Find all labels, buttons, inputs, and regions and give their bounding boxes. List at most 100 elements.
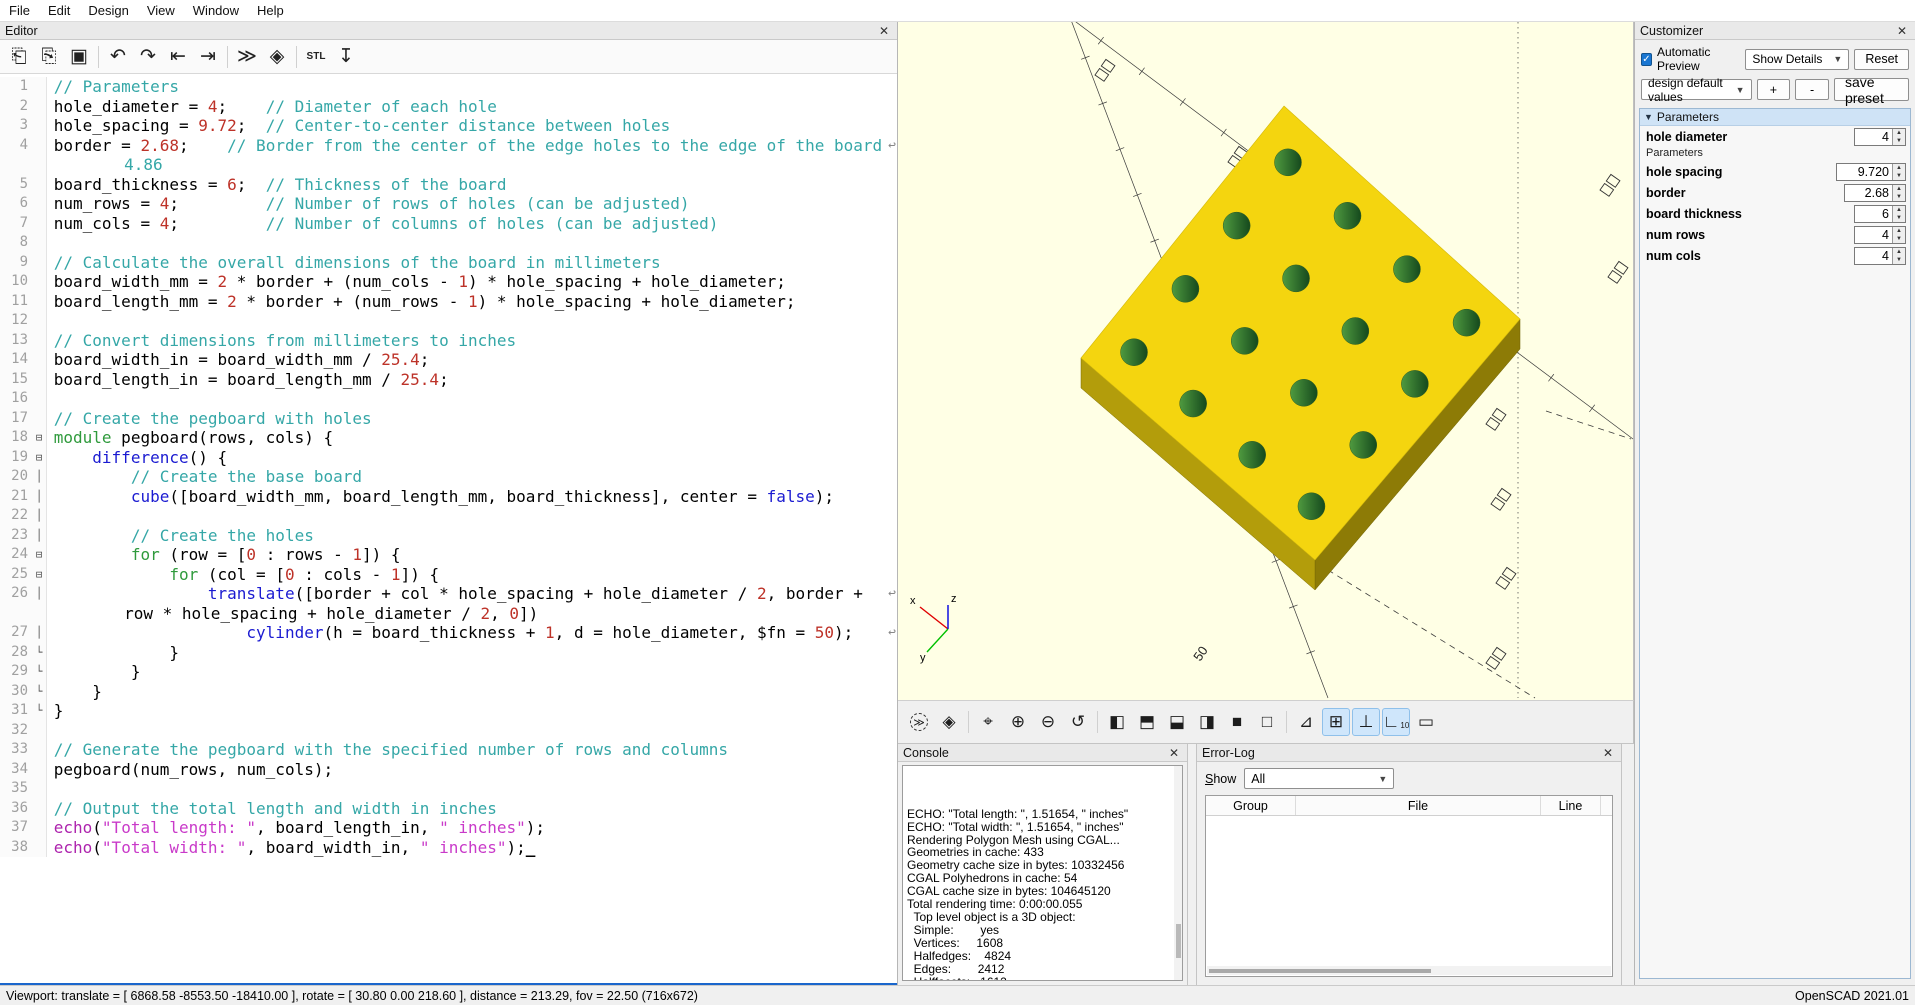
- 3d-viewport[interactable]: 50xzy: [898, 22, 1634, 700]
- parameter-value[interactable]: 4: [1855, 227, 1892, 243]
- menu-window[interactable]: Window: [184, 1, 248, 20]
- view-top-button[interactable]: ⬒: [1133, 708, 1161, 736]
- send-to-printer-button[interactable]: ↧: [331, 43, 361, 71]
- parameter-spinbox-num-cols[interactable]: 4▲▼: [1854, 247, 1906, 265]
- menu-view[interactable]: View: [138, 1, 184, 20]
- view-back-button[interactable]: □: [1253, 708, 1281, 736]
- parameter-value[interactable]: 2.68: [1845, 185, 1892, 201]
- fold-marker: [32, 97, 47, 117]
- code-editor[interactable]: 1// Parameters2hole_diameter = 4; // Dia…: [0, 74, 897, 985]
- close-icon[interactable]: ✕: [1894, 24, 1910, 38]
- parameter-value[interactable]: 9.720: [1837, 164, 1892, 180]
- remove-preset-button[interactable]: -: [1795, 79, 1829, 100]
- new-file-button[interactable]: ⎗: [4, 43, 34, 71]
- view-front-button[interactable]: ■: [1223, 708, 1251, 736]
- details-dropdown[interactable]: Show Details ▼: [1745, 49, 1849, 70]
- spinner-arrows[interactable]: ▲▼: [1892, 129, 1905, 145]
- view-left-button[interactable]: ◨: [1193, 708, 1221, 736]
- parameter-value[interactable]: 4: [1855, 129, 1892, 145]
- redo-button[interactable]: ↷: [133, 43, 163, 71]
- view-right-button[interactable]: ◧: [1103, 708, 1131, 736]
- show-axes-button[interactable]: ⊥: [1352, 708, 1380, 736]
- spinner-arrows[interactable]: ▲▼: [1892, 185, 1905, 201]
- spin-up-icon[interactable]: ▲: [1893, 129, 1905, 137]
- fold-marker: [32, 136, 47, 175]
- spin-up-icon[interactable]: ▲: [1893, 185, 1905, 193]
- render-button[interactable]: ◈: [935, 708, 963, 736]
- spin-down-icon[interactable]: ▼: [1893, 193, 1905, 201]
- orthogonal-button[interactable]: ⊞: [1322, 708, 1350, 736]
- fold-marker[interactable]: ⊟: [32, 428, 47, 448]
- parameter-spinbox-num-rows[interactable]: 4▲▼: [1854, 226, 1906, 244]
- console-scrollbar[interactable]: [1174, 766, 1182, 980]
- scrollbar-thumb[interactable]: [1209, 969, 1431, 973]
- spinner-arrows[interactable]: ▲▼: [1892, 164, 1905, 180]
- error-log-table-body[interactable]: [1206, 816, 1612, 976]
- reset-view-button[interactable]: ↺: [1064, 708, 1092, 736]
- view-bottom-button[interactable]: ⬓: [1163, 708, 1191, 736]
- fold-marker[interactable]: ⊟: [32, 565, 47, 585]
- parameter-spinbox-border[interactable]: 2.68▲▼: [1844, 184, 1906, 202]
- open-file-button[interactable]: ⎘: [34, 43, 64, 71]
- parameter-name: hole diameter: [1646, 130, 1727, 144]
- menu-file[interactable]: File: [0, 1, 39, 20]
- unindent-button[interactable]: ⇤: [163, 43, 193, 71]
- spin-down-icon[interactable]: ▼: [1893, 235, 1905, 243]
- render-button[interactable]: ◈: [262, 43, 292, 71]
- zoom-out-button[interactable]: ⊖: [1034, 708, 1062, 736]
- indent-button[interactable]: ⇥: [193, 43, 223, 71]
- line-number: 25: [0, 565, 32, 585]
- preview-button[interactable]: ≫: [232, 43, 262, 71]
- save-preset-button[interactable]: save preset: [1834, 78, 1909, 101]
- console-output[interactable]: ECHO: "Total length: ", 1.51654, " inche…: [902, 765, 1183, 981]
- spinner-arrows[interactable]: ▲▼: [1892, 248, 1905, 264]
- spin-down-icon[interactable]: ▼: [1893, 172, 1905, 180]
- parameter-name: num cols: [1646, 249, 1701, 263]
- parameter-spinbox-hole-diameter[interactable]: 4▲▼: [1854, 128, 1906, 146]
- perspective-button[interactable]: ⊿: [1292, 708, 1320, 736]
- scrollbar-thumb[interactable]: [1176, 924, 1181, 958]
- parameter-spinbox-board-thickness[interactable]: 6▲▼: [1854, 205, 1906, 223]
- spin-up-icon[interactable]: ▲: [1893, 227, 1905, 235]
- code-text: [47, 311, 897, 331]
- close-icon[interactable]: ✕: [1166, 746, 1182, 760]
- fold-marker[interactable]: ⊟: [32, 545, 47, 565]
- add-preset-button[interactable]: +: [1757, 79, 1791, 100]
- zoom-all-button[interactable]: ⌖: [974, 708, 1002, 736]
- save-button[interactable]: ▣: [64, 43, 94, 71]
- column-header-file[interactable]: File: [1296, 796, 1541, 815]
- error-log-hscrollbar[interactable]: [1207, 966, 1611, 975]
- zoom-in-button[interactable]: ⊕: [1004, 708, 1032, 736]
- spinner-arrows[interactable]: ▲▼: [1892, 206, 1905, 222]
- menu-design[interactable]: Design: [79, 1, 137, 20]
- spin-up-icon[interactable]: ▲: [1893, 248, 1905, 256]
- close-icon[interactable]: ✕: [876, 24, 892, 38]
- column-header-group[interactable]: Group: [1206, 796, 1296, 815]
- export-stl-button[interactable]: STL: [301, 43, 331, 71]
- menu-help[interactable]: Help: [248, 1, 293, 20]
- fold-marker[interactable]: ⊟: [32, 448, 47, 468]
- reset-button[interactable]: Reset: [1854, 49, 1909, 70]
- undo-button[interactable]: ↶: [103, 43, 133, 71]
- spin-up-icon[interactable]: ▲: [1893, 206, 1905, 214]
- show-scale-markers-button[interactable]: ∟10: [1382, 708, 1410, 736]
- parameter-value[interactable]: 4: [1855, 248, 1892, 264]
- view-all-button[interactable]: ▭: [1412, 708, 1440, 736]
- preview-button[interactable]: ≫: [905, 708, 933, 736]
- spin-down-icon[interactable]: ▼: [1893, 256, 1905, 264]
- parameter-spinbox-hole-spacing[interactable]: 9.720▲▼: [1836, 163, 1906, 181]
- column-header-line[interactable]: Line: [1541, 796, 1601, 815]
- spinner-arrows[interactable]: ▲▼: [1892, 227, 1905, 243]
- close-icon[interactable]: ✕: [1600, 746, 1616, 760]
- code-text: // Parameters: [47, 77, 897, 97]
- automatic-preview-checkbox[interactable]: ✓: [1641, 53, 1652, 66]
- spin-down-icon[interactable]: ▼: [1893, 214, 1905, 222]
- spin-up-icon[interactable]: ▲: [1893, 164, 1905, 172]
- preset-dropdown[interactable]: design default values ▼: [1641, 79, 1752, 100]
- parameter-value[interactable]: 6: [1855, 206, 1892, 222]
- menu-edit[interactable]: Edit: [39, 1, 79, 20]
- parameters-group-header[interactable]: ▼ Parameters: [1640, 109, 1910, 126]
- spin-down-icon[interactable]: ▼: [1893, 137, 1905, 145]
- show-filter-dropdown[interactable]: All ▼: [1244, 768, 1394, 789]
- toolbar-separator: [1097, 711, 1098, 733]
